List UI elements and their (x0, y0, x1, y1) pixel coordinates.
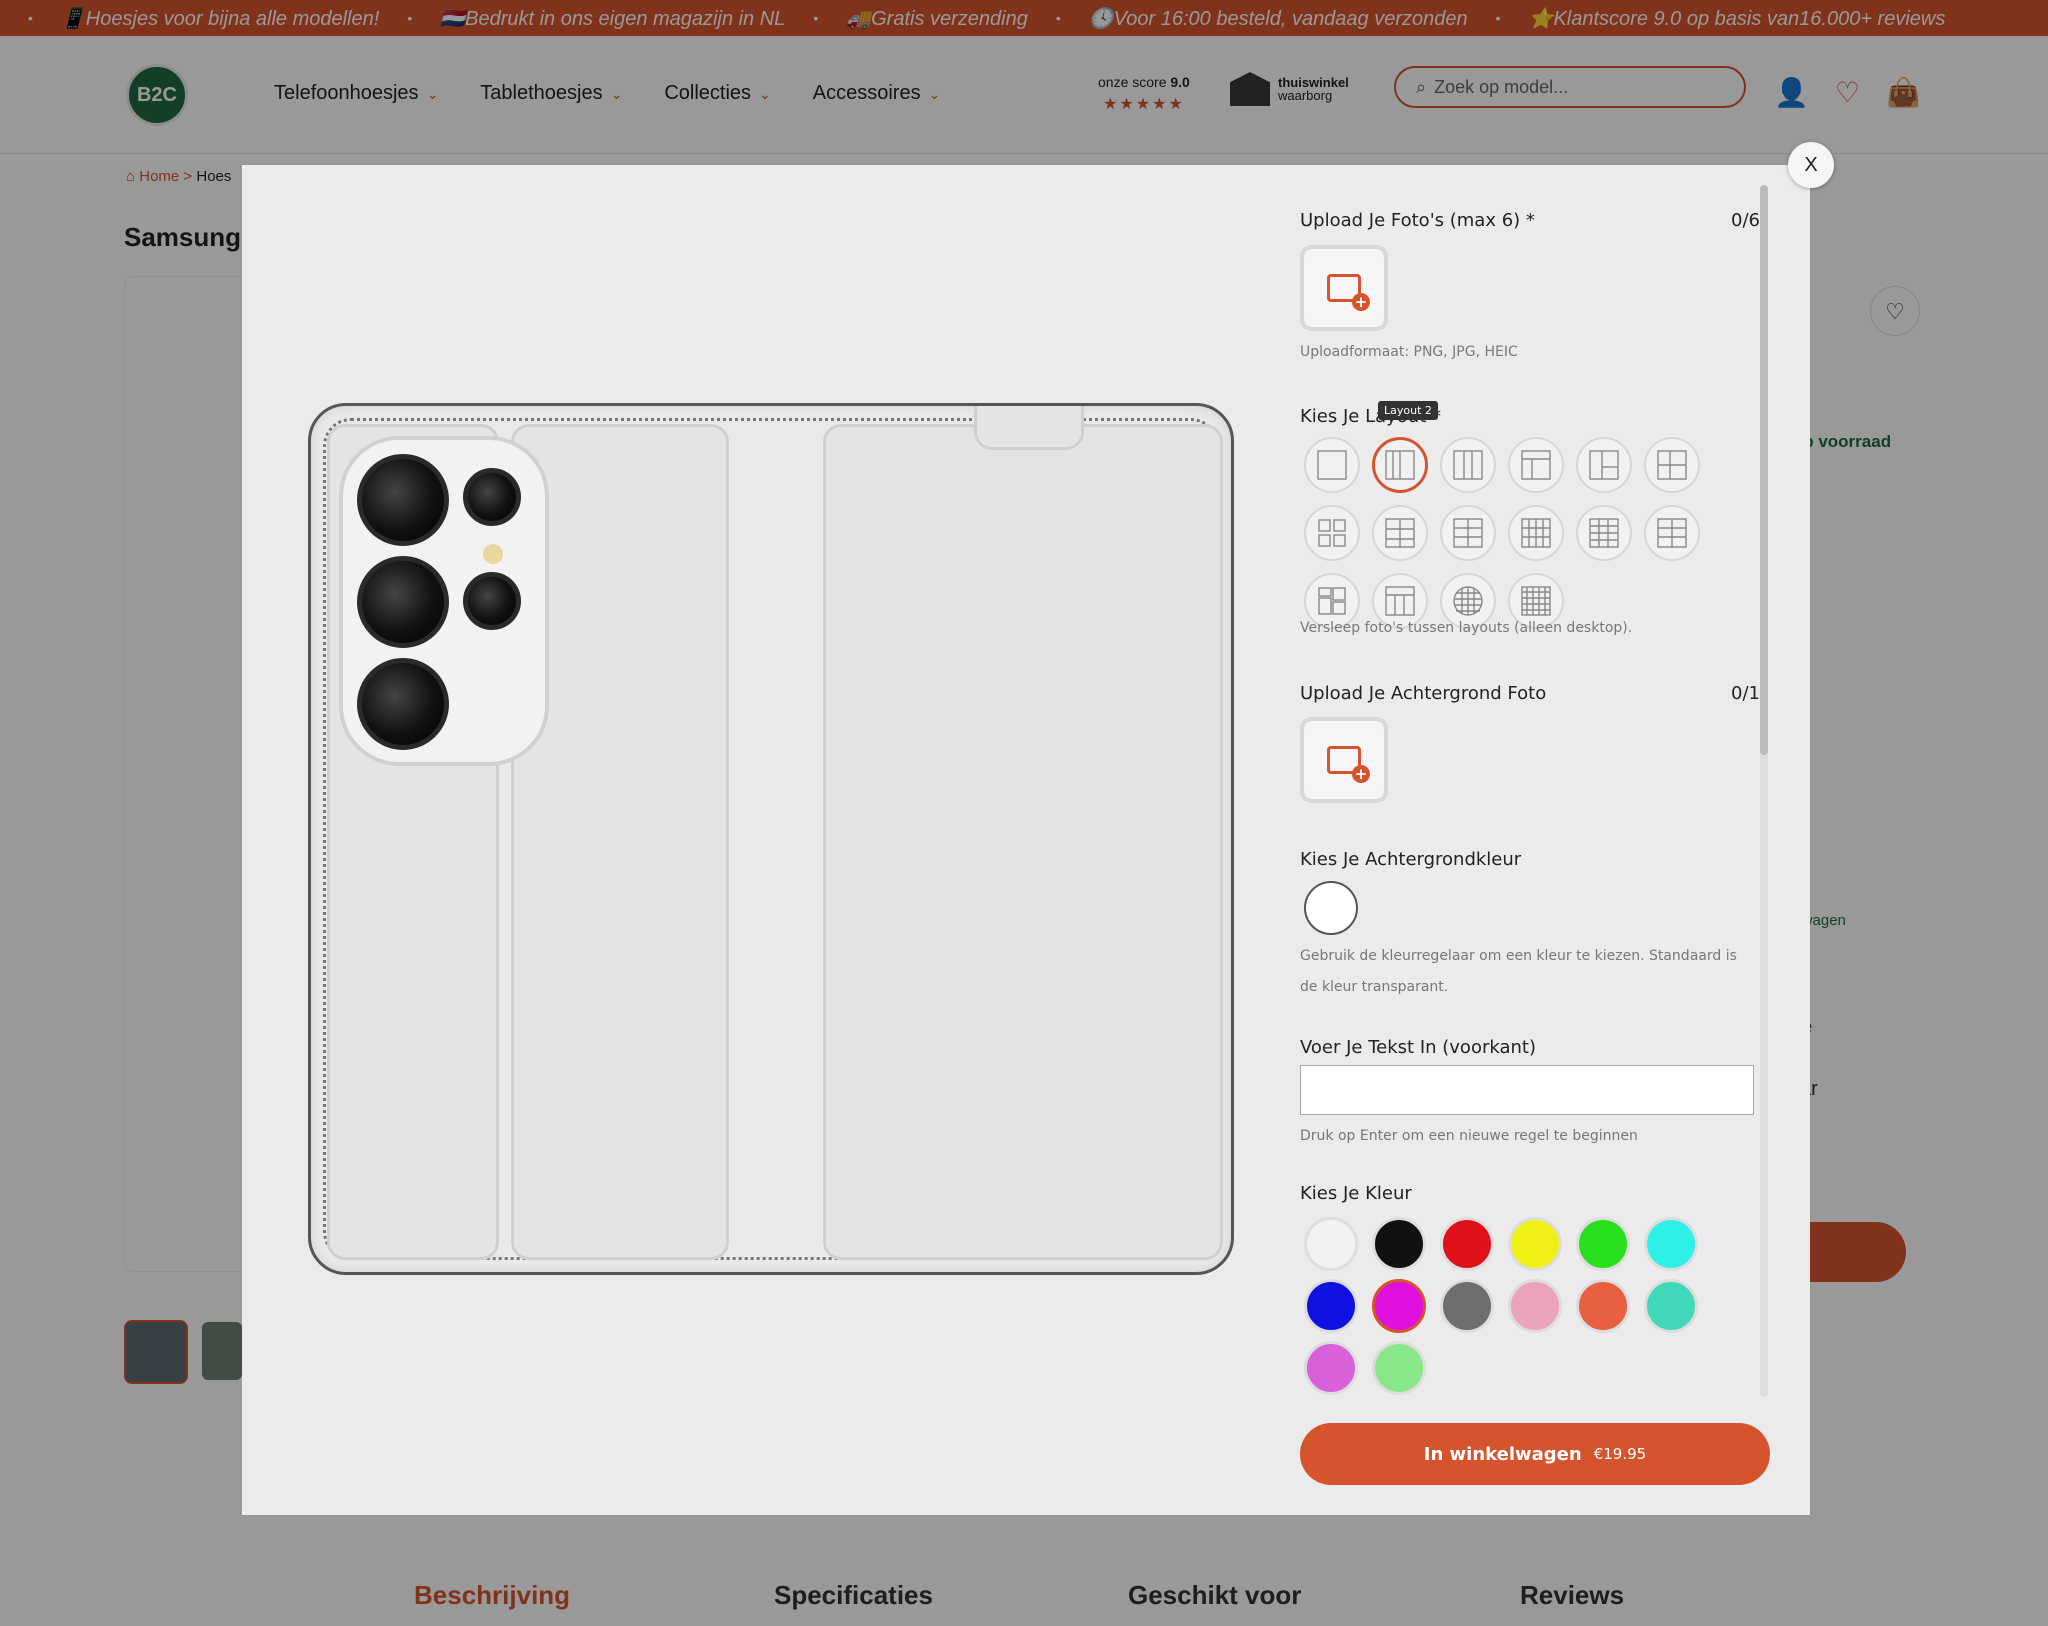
phone-case-preview (308, 403, 1234, 1275)
customizer-options: Upload Je Foto's (max 6) * 0/6 Uploadfor… (1300, 165, 1770, 1515)
layout-tooltip: Layout 2 (1378, 401, 1438, 420)
bg-upload-count: 0/1 (1731, 683, 1760, 704)
color-swatch-2[interactable] (1372, 1217, 1426, 1271)
modal-scrollbar[interactable] (1760, 185, 1768, 1397)
front-text-input[interactable] (1300, 1065, 1754, 1115)
layout-hint: Versleep foto's tussen layouts (alleen d… (1300, 620, 1633, 636)
camera-lens-icon (463, 468, 521, 526)
layout-grid-icon (1453, 450, 1483, 480)
color-swatch-10[interactable] (1508, 1279, 1562, 1333)
color-swatch-12[interactable] (1644, 1279, 1698, 1333)
bg-color-picker[interactable] (1304, 881, 1358, 935)
layout-grid-icon (1385, 518, 1415, 548)
layout-grid-icon (1657, 518, 1687, 548)
close-modal-button[interactable]: X (1788, 142, 1834, 188)
layout-grid-icon (1589, 518, 1619, 548)
color-swatch-3[interactable] (1440, 1217, 1494, 1271)
upload-count: 0/6 (1731, 210, 1760, 231)
layout-grid-icon (1318, 519, 1346, 547)
camera-lens-icon (463, 572, 521, 630)
upload-photo-button[interactable] (1300, 245, 1388, 331)
layout-option-3[interactable] (1440, 437, 1496, 493)
layout-option-2[interactable] (1372, 437, 1428, 493)
color-swatches (1304, 1217, 1700, 1395)
add-to-cart-button[interactable]: In winkelwagen €19.95 (1300, 1423, 1770, 1485)
color-swatch-9[interactable] (1440, 1279, 1494, 1333)
layout-grid-icon (1589, 450, 1619, 480)
layout-option-8[interactable] (1372, 505, 1428, 561)
cart-price: €19.95 (1593, 1445, 1647, 1463)
color-swatch-11[interactable] (1576, 1279, 1630, 1333)
customizer-modal: Upload Je Foto's (max 6) * 0/6 Uploadfor… (242, 165, 1810, 1515)
color-swatch-7[interactable] (1304, 1279, 1358, 1333)
color-title: Kies Je Kleur (1300, 1183, 1412, 1204)
bg-upload-title: Upload Je Achtergrond Foto (1300, 683, 1547, 704)
layout-option-12[interactable] (1644, 505, 1700, 561)
text-title: Voer Je Tekst In (voorkant) (1300, 1037, 1536, 1058)
layout-option-6[interactable] (1644, 437, 1700, 493)
case-notch (974, 406, 1084, 450)
layout-option-9[interactable] (1440, 505, 1496, 561)
cart-label: In winkelwagen (1423, 1443, 1582, 1465)
image-upload-icon (1327, 274, 1370, 311)
layout-grid-icon (1521, 450, 1551, 480)
layout-grid-icon (1385, 450, 1415, 480)
camera-module (339, 436, 549, 766)
layout-grid-icon (1521, 518, 1551, 548)
layout-option-11[interactable] (1576, 505, 1632, 561)
layout-option-5[interactable] (1576, 437, 1632, 493)
color-swatch-4[interactable] (1508, 1217, 1562, 1271)
layout-grid-icon (1657, 450, 1687, 480)
layout-grid (1304, 437, 1700, 629)
upload-background-button[interactable] (1300, 717, 1388, 803)
color-swatch-5[interactable] (1576, 1217, 1630, 1271)
layout-grid-icon (1317, 450, 1347, 480)
color-swatch-14[interactable] (1372, 1341, 1426, 1395)
camera-lens-icon (357, 454, 449, 546)
upload-title: Upload Je Foto's (max 6) * (1300, 210, 1535, 231)
layout-option-10[interactable] (1508, 505, 1564, 561)
layout-option-7[interactable] (1304, 505, 1360, 561)
flash-icon (483, 544, 503, 564)
case-front-panel (823, 424, 1223, 1260)
camera-lens-icon (357, 556, 449, 648)
layout-option-4[interactable] (1508, 437, 1564, 493)
upload-format-hint: Uploadformaat: PNG, JPG, HEIC (1300, 344, 1518, 360)
color-swatch-6[interactable] (1644, 1217, 1698, 1271)
layout-option-1[interactable] (1304, 437, 1360, 493)
bg-color-title: Kies Je Achtergrondkleur (1300, 849, 1522, 870)
image-upload-icon (1327, 746, 1370, 783)
color-swatch-1[interactable] (1304, 1217, 1358, 1271)
bg-color-hint: Gebruik de kleurregelaar om een kleur te… (1300, 948, 1737, 995)
color-swatch-8[interactable] (1372, 1279, 1426, 1333)
camera-lens-icon (357, 658, 449, 750)
layout-grid-icon (1453, 518, 1483, 548)
text-hint: Druk op Enter om een nieuwe regel te beg… (1300, 1128, 1638, 1144)
color-swatch-13[interactable] (1304, 1341, 1358, 1395)
